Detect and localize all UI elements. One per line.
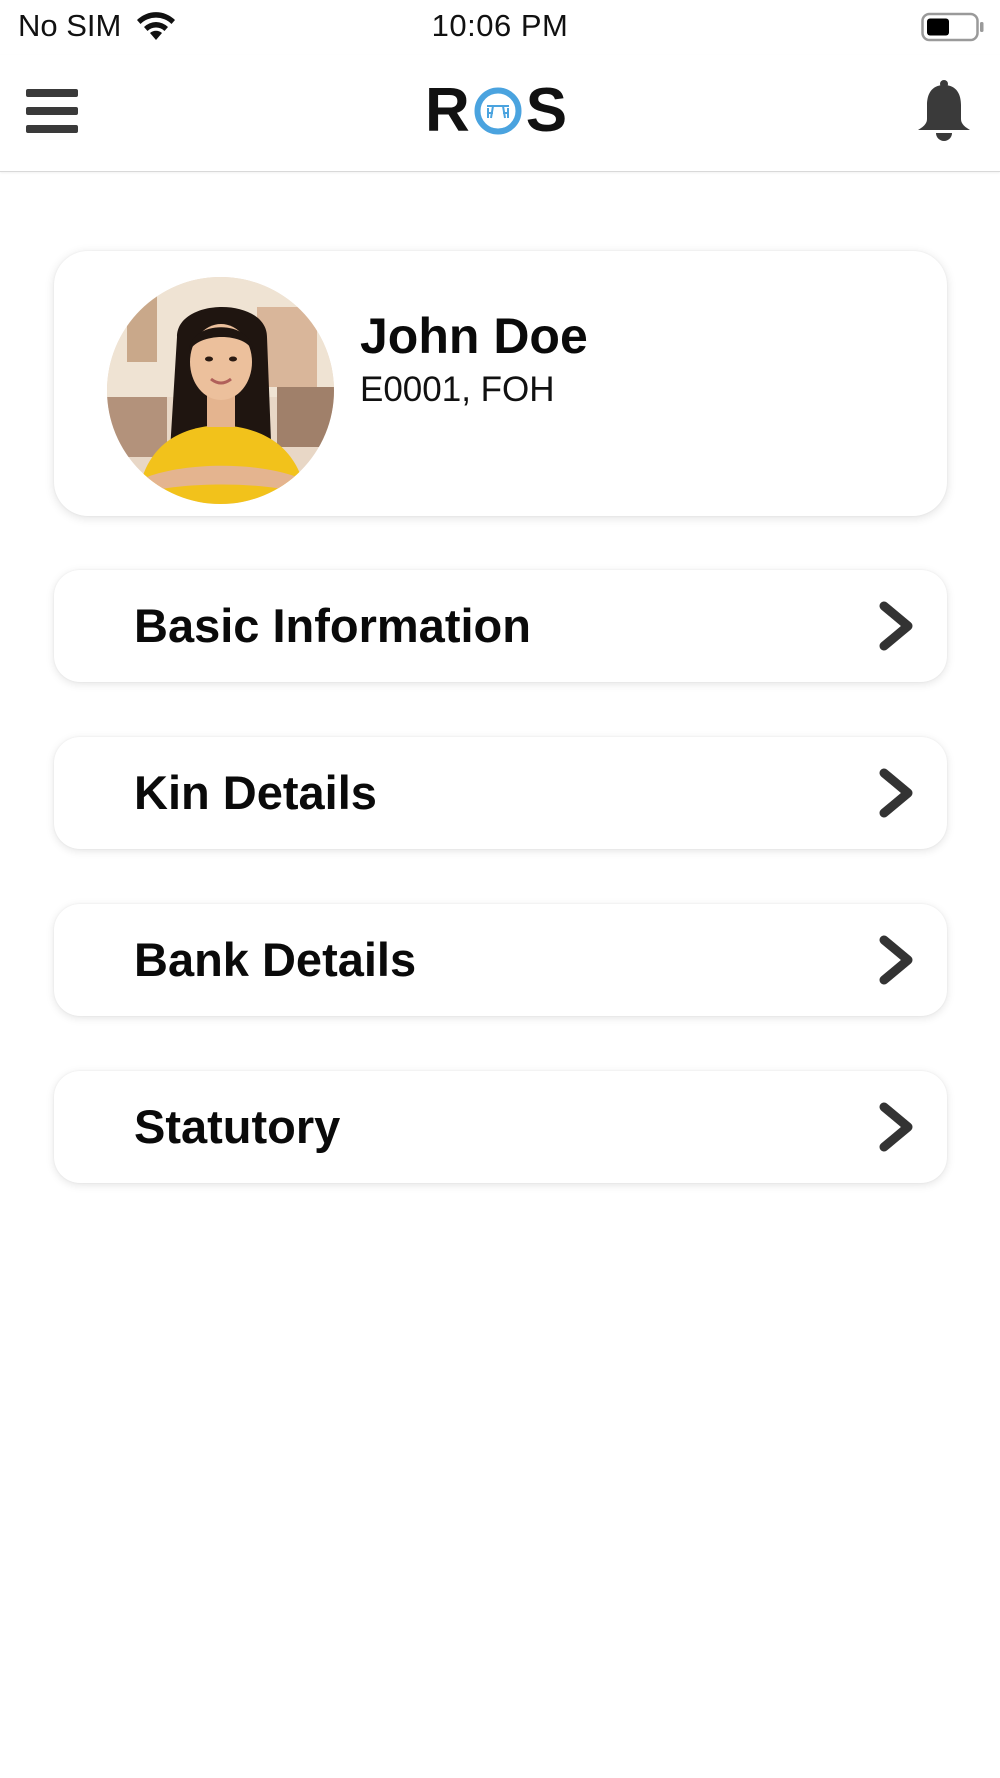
logo-ring-icon	[474, 87, 522, 135]
chevron-right-icon	[879, 935, 913, 985]
menu-item-bank-details[interactable]: Bank Details	[54, 904, 947, 1016]
menu-item-label: Bank Details	[134, 933, 417, 986]
top-nav-bar: R S	[0, 55, 1000, 172]
battery-icon	[921, 12, 984, 42]
menu-item-kin-details[interactable]: Kin Details	[54, 737, 947, 849]
logo-letter-r: R	[425, 76, 470, 145]
profile-card: John Doe E0001, FOH	[54, 251, 947, 516]
status-time: 10:06 PM	[431, 8, 569, 43]
menu-item-label: Statutory	[134, 1100, 341, 1153]
status-bar: No SIM 10:06 PM	[0, 0, 1000, 55]
profile-employee-id: E0001, FOH	[360, 370, 555, 409]
menu-item-statutory[interactable]: Statutory	[54, 1071, 947, 1183]
avatar	[107, 277, 334, 504]
chevron-right-icon	[879, 601, 913, 651]
logo-letter-s: S	[525, 76, 568, 145]
chevron-right-icon	[879, 768, 913, 818]
menu-item-label: Basic Information	[134, 599, 531, 652]
app-logo: R S	[425, 76, 568, 145]
bell-icon[interactable]	[914, 79, 974, 143]
chevron-right-icon	[879, 1102, 913, 1152]
avatar-photo	[107, 277, 334, 504]
hamburger-menu-icon[interactable]	[26, 89, 78, 133]
menu-item-basic-information[interactable]: Basic Information	[54, 570, 947, 682]
menu-item-label: Kin Details	[134, 766, 377, 819]
profile-name: John Doe	[360, 308, 588, 364]
